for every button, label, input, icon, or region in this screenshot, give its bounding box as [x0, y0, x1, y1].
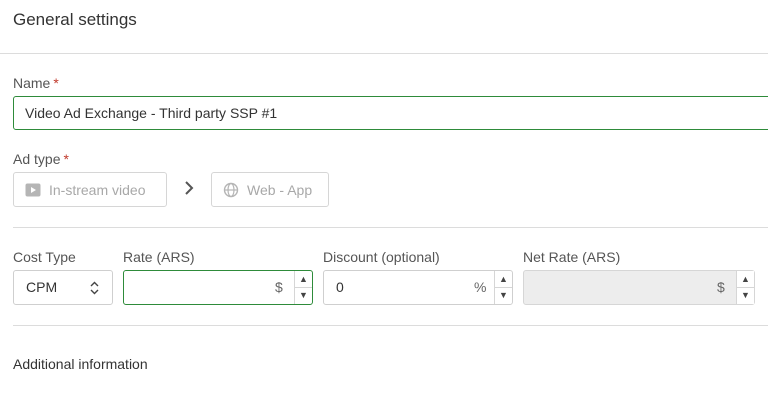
updown-chevron-icon — [90, 281, 99, 295]
decrement-button[interactable]: ▼ — [495, 287, 512, 303]
increment-button[interactable]: ▲ — [295, 271, 312, 288]
ad-type-chip-web-app[interactable]: Web - App — [211, 172, 329, 207]
name-label: Name * — [13, 75, 59, 91]
rate-unit: $ — [275, 279, 283, 295]
required-asterisk: * — [53, 75, 59, 91]
ad-type-chip-label: Web - App — [247, 181, 313, 198]
decrement-button: ▼ — [737, 287, 754, 303]
ad-type-label-text: Ad type — [13, 151, 61, 167]
page-title: General settings — [13, 10, 137, 29]
additional-information-heading: Additional information — [13, 356, 148, 372]
name-input[interactable]: Video Ad Exchange - Third party SSP #1 — [13, 96, 768, 130]
caret-down-icon: ▼ — [499, 289, 508, 300]
ad-type-chip-instream[interactable]: In-stream video — [13, 172, 167, 207]
rate-label: Rate (ARS) — [123, 249, 195, 265]
net-rate-stepper: ▲ ▼ — [736, 271, 754, 304]
net-rate-unit: $ — [717, 279, 725, 295]
header-divider — [0, 53, 768, 54]
net-rate-input: $ ▲ ▼ — [523, 270, 755, 305]
name-label-text: Name — [13, 75, 51, 91]
caret-down-icon: ▼ — [741, 289, 750, 300]
required-asterisk: * — [63, 151, 69, 167]
section-divider — [13, 227, 768, 228]
play-video-icon — [25, 183, 41, 196]
net-rate-label: Net Rate (ARS) — [523, 249, 621, 265]
increment-button: ▲ — [737, 271, 754, 288]
cost-type-label: Cost Type — [13, 249, 76, 265]
ad-type-chip-label: In-stream video — [49, 181, 146, 198]
discount-input[interactable]: 0 % ▲ ▼ — [323, 270, 513, 305]
chevron-right-icon — [183, 180, 195, 201]
discount-unit: % — [474, 279, 487, 295]
discount-label: Discount (optional) — [323, 249, 440, 265]
cost-type-select[interactable]: CPM — [13, 270, 113, 305]
cost-type-value: CPM — [26, 279, 58, 295]
section-divider — [13, 325, 768, 326]
decrement-button[interactable]: ▼ — [295, 287, 312, 303]
caret-down-icon: ▼ — [299, 289, 308, 300]
rate-input[interactable]: $ ▲ ▼ — [123, 270, 313, 305]
increment-button[interactable]: ▲ — [495, 271, 512, 288]
ad-type-label: Ad type * — [13, 151, 69, 167]
globe-icon — [223, 182, 239, 197]
caret-up-icon: ▲ — [499, 273, 508, 284]
caret-up-icon: ▲ — [741, 273, 750, 284]
caret-up-icon: ▲ — [299, 273, 308, 284]
discount-value: 0 — [336, 279, 344, 295]
rate-stepper[interactable]: ▲ ▼ — [294, 271, 312, 304]
discount-stepper[interactable]: ▲ ▼ — [494, 271, 512, 304]
